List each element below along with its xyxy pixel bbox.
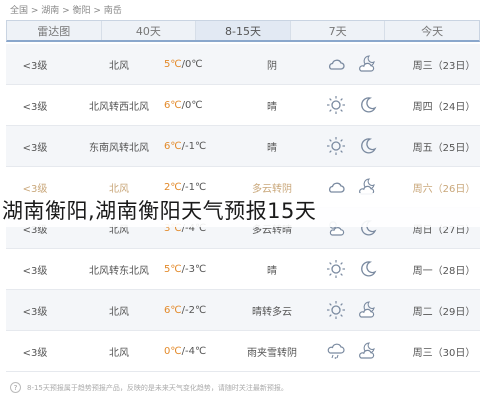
- weather-condition: 晴: [267, 101, 277, 113]
- temperature-range: 6℃ / -2℃: [164, 290, 206, 330]
- temp-high: 5℃: [164, 58, 182, 70]
- wind-direction: 北风转东北风: [89, 265, 149, 277]
- temp-low: 0℃: [184, 58, 203, 70]
- temperature-range: 5℃/0℃: [164, 44, 203, 84]
- temp-low: 0℃: [184, 99, 203, 111]
- temp-high: 5℃: [164, 263, 182, 275]
- forecast-row: <3级 北风转西北风 6℃/0℃ 晴 周四（24日）: [6, 85, 480, 126]
- wind-level: <3级: [22, 347, 48, 359]
- wind-direction: 北风: [109, 306, 129, 318]
- moon-icon: [356, 249, 380, 289]
- forecast-date: 周四（24日）: [412, 101, 476, 113]
- temp-low: -1℃: [184, 140, 207, 152]
- sun-icon: [324, 126, 348, 166]
- breadcrumb[interactable]: 全国 > 湖南 > 衡阳 > 南岳: [10, 3, 122, 16]
- page-title-overlay: 湖南衡阳,湖南衡阳天气预报15天: [0, 193, 486, 227]
- tab-7-days[interactable]: 7天: [290, 21, 386, 40]
- cloud-moon-icon: [356, 44, 380, 84]
- forecast-row: <3级 东南风转北风 6℃ / -1℃ 晴 周五（25日）: [6, 126, 480, 167]
- temp-high: 6℃: [164, 140, 182, 152]
- footer-note: ? 8-15天预报属于趋势预报产品，反映的是未来天气变化趋势，请随时关注最新预报…: [10, 382, 480, 393]
- tab-label: 7天: [328, 24, 347, 38]
- temp-low: -4℃: [184, 345, 207, 357]
- wind-direction: 北风: [109, 347, 129, 359]
- wind-direction: 北风转西北风: [89, 101, 149, 113]
- temp-high: 6℃: [164, 99, 182, 111]
- temperature-range: 0℃ / -4℃: [164, 331, 206, 371]
- temp-low: -2℃: [184, 304, 207, 316]
- tab-label: 今天: [421, 24, 444, 38]
- temperature-range: 5℃ / -3℃: [164, 249, 206, 289]
- sun-icon: [324, 249, 348, 289]
- forecast-date: 周二（29日）: [412, 306, 476, 318]
- temp-low: -1℃: [184, 181, 207, 193]
- sun-icon: [324, 290, 348, 330]
- tab-radar[interactable]: 雷达图: [7, 21, 102, 40]
- moon-icon: [356, 126, 380, 166]
- temp-high: 6℃: [164, 304, 182, 316]
- info-icon: ?: [10, 382, 21, 393]
- tab-today[interactable]: 今天: [385, 21, 479, 40]
- wind-level: <3级: [22, 265, 48, 277]
- forecast-date: 周三（30日）: [412, 347, 476, 359]
- forecast-date: 周一（28日）: [412, 265, 476, 277]
- tab-8-15-days[interactable]: 8-15天: [196, 21, 291, 40]
- weather-condition: 晴转多云: [252, 306, 292, 318]
- wind-level: <3级: [22, 142, 48, 154]
- wind-level: <3级: [22, 101, 48, 113]
- forecast-date: 周五（25日）: [412, 142, 476, 154]
- temperature-range: 6℃/0℃: [164, 85, 203, 125]
- temp-low: -3℃: [184, 263, 207, 275]
- forecast-tabs: 雷达图 40天 8-15天 7天 今天: [6, 20, 480, 42]
- forecast-row: <3级 北风 6℃ / -2℃ 晴转多云 周二（29日）: [6, 290, 480, 331]
- weather-condition: 晴: [267, 265, 277, 277]
- cloud-moon-icon: [356, 290, 380, 330]
- cloud-moon-icon: [356, 331, 380, 371]
- moon-icon: [356, 85, 380, 125]
- tab-40-days[interactable]: 40天: [101, 21, 197, 40]
- wind-level: <3级: [22, 306, 48, 318]
- temp-high: 2℃: [164, 181, 182, 193]
- forecast-row: <3级 北风 5℃/0℃ 阴 周三（23日）: [6, 44, 480, 85]
- weather-condition: 雨夹雪转阴: [247, 347, 297, 359]
- forecast-row: <3级 北风转东北风 5℃ / -3℃ 晴 周一（28日）: [6, 249, 480, 290]
- forecast-date: 周三（23日）: [412, 60, 476, 72]
- wind-level: <3级: [22, 60, 48, 72]
- temp-high: 0℃: [164, 345, 182, 357]
- temperature-range: 6℃ / -1℃: [164, 126, 206, 166]
- sun-icon: [324, 85, 348, 125]
- tab-label: 8-15天: [225, 24, 261, 38]
- footer-text: 8-15天预报属于趋势预报产品，反映的是未来天气变化趋势，请随时关注最新预报。: [27, 383, 288, 392]
- cloud-icon: [324, 44, 348, 84]
- wind-direction: 北风: [109, 60, 129, 72]
- forecast-row: <3级 北风 0℃ / -4℃ 雨夹雪转阴 周三（30日）: [6, 331, 480, 372]
- tab-label: 雷达图: [37, 24, 71, 38]
- weather-condition: 阴: [267, 60, 277, 72]
- sleet-icon: [324, 331, 348, 371]
- wind-direction: 东南风转北风: [89, 142, 149, 154]
- tab-label: 40天: [135, 24, 161, 38]
- weather-condition: 晴: [267, 142, 277, 154]
